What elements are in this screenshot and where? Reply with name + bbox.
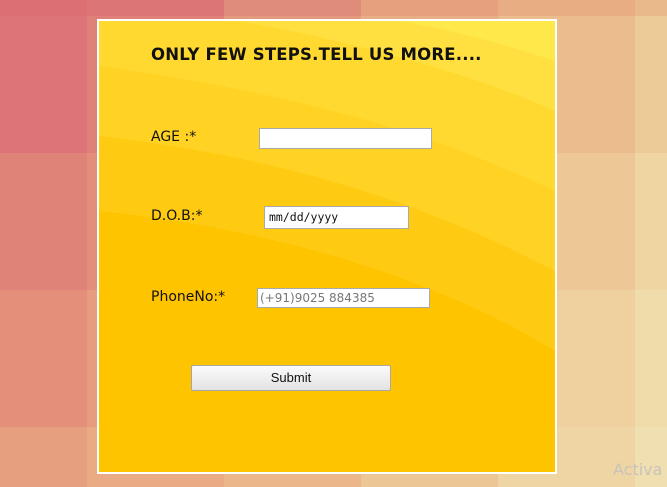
dob-date-input[interactable]: mm/dd/yyyy [264, 206, 409, 229]
age-label: AGE :* [151, 129, 197, 145]
activation-watermark: Activa [613, 460, 663, 479]
submit-button[interactable]: Submit [191, 365, 391, 391]
form-title: ONLY FEW STEPS.TELL US MORE.... [151, 45, 482, 64]
phone-label: PhoneNo:* [151, 289, 226, 305]
phone-input[interactable]: (+91)9025 884385 [257, 288, 430, 308]
age-input[interactable] [259, 128, 432, 149]
dob-label: D.O.B:* [151, 208, 203, 224]
registration-form-card: ONLY FEW STEPS.TELL US MORE.... AGE :* D… [97, 19, 557, 474]
card-wave-background [99, 21, 555, 472]
